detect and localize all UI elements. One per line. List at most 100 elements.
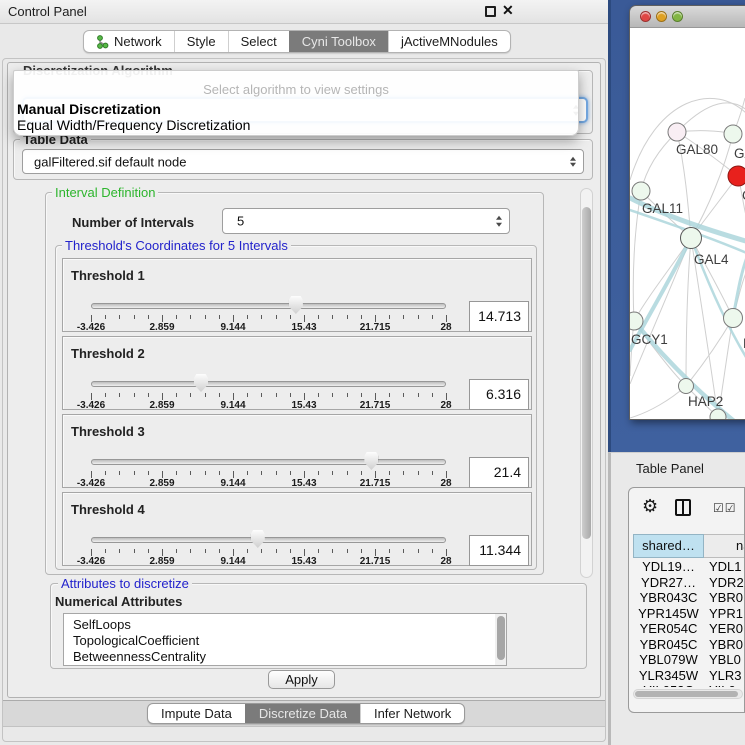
tick-mark [91,315,92,322]
node-gal4[interactable] [681,228,702,249]
node-label-gal11: GAL11 [642,201,683,216]
table-row[interactable]: YDL19…YDL1 [633,559,745,575]
network-canvas[interactable]: GAL80 GA GAL11 C GAL4 GCY1 H HAP2 [630,28,745,419]
slider-thumb[interactable] [364,452,378,470]
tick-label: 2.859 [149,556,174,567]
tick-mark [190,315,191,319]
tick-mark [375,471,376,478]
dropdown-option-equal-width[interactable]: Equal Width/Frequency Discretization [17,117,250,133]
tab-label: Network [114,34,162,49]
threshold-value-input[interactable]: 11.344 [469,535,529,566]
table-panel-window: ⚙ ☑☑ shared… na YDL19…YDL1YDR27…YDR2YBR0… [628,487,745,713]
slider-track[interactable] [91,381,446,387]
table-row[interactable]: YBR045CYBR0 [633,637,745,653]
table-row[interactable]: YER054CYER0 [633,621,745,637]
tick-mark [233,471,234,478]
cell-name: YPR1 [704,606,743,622]
tab-select[interactable]: Select [228,31,289,52]
column-header-name[interactable]: na [704,534,745,558]
slider-thumb[interactable] [251,530,265,548]
table-row[interactable]: YIL052CYIL0 [633,683,745,687]
tick-label: 2.859 [149,478,174,489]
apply-button[interactable]: Apply [268,670,335,689]
tab-network[interactable]: Network [84,31,174,52]
attribute-list-item[interactable]: BetweennessCentrality [73,649,506,665]
attribute-list-item[interactable]: SelfLoops [73,617,506,633]
split-columns-icon[interactable] [675,499,691,516]
table-data-combobox[interactable]: galFiltered.sif default node [22,149,584,174]
threshold-value-input[interactable]: 14.713 [469,301,529,332]
slider-track[interactable] [91,537,446,543]
tick-mark [233,315,234,322]
tick-mark [190,471,191,475]
node-gal[interactable] [724,125,742,143]
column-header-shared[interactable]: shared… [633,534,704,558]
checkbox-columns-icon[interactable]: ☑☑ [713,501,737,515]
node-gcy1[interactable] [630,312,643,330]
cell-shared-name: YDR27… [633,575,704,591]
num-intervals-combobox[interactable]: 5 [222,208,510,234]
table-row[interactable]: YBL079WYBL0 [633,652,745,668]
threshold-value-input[interactable]: 21.4 [469,457,529,488]
tick-mark [446,315,447,322]
node-gal80[interactable] [668,123,686,141]
table-row[interactable]: YBR043CYBR0 [633,590,745,606]
panel-scrollbar[interactable] [580,188,593,578]
tick-mark [148,315,149,319]
tick-mark [432,471,433,475]
tick-mark [418,549,419,553]
node-partial[interactable] [710,409,726,420]
tick-mark [304,315,305,322]
dropdown-option-manual[interactable]: Manual Discretization [17,101,161,117]
tick-label: -3.426 [77,478,105,489]
slider-thumb[interactable] [289,296,303,314]
cell-name: YLR3 [704,668,742,684]
threshold-value-input[interactable]: 6.316 [469,379,529,410]
tab-style[interactable]: Style [174,31,228,52]
tick-mark [91,393,92,400]
table-header-row: shared… na [633,534,745,558]
tab-infer-network[interactable]: Infer Network [360,704,464,723]
close-traffic-light-icon[interactable] [640,11,651,22]
attribute-list-item[interactable]: TopologicalCoefficient [73,633,506,649]
table-hscrollbar[interactable] [633,689,743,699]
scrollbar-thumb[interactable] [582,207,591,539]
tick-label: 28 [440,556,451,567]
tick-mark [418,393,419,397]
node-h[interactable] [724,309,743,328]
node-hap2[interactable] [679,379,694,394]
tick-mark [261,471,262,475]
interval-group-label: Interval Definition [52,185,158,200]
gear-icon[interactable]: ⚙ [642,496,658,517]
slider-thumb[interactable] [194,374,208,392]
table-row[interactable]: YLR345WYLR3 [633,668,745,684]
list-scrollbar-thumb[interactable] [497,616,505,660]
tab-jactivemnodules[interactable]: jActiveMNodules [388,31,510,52]
tick-mark [290,315,291,319]
tick-mark [247,393,248,397]
network-window-titlebar[interactable] [630,6,745,28]
numerical-attributes-label: Numerical Attributes [55,594,182,609]
float-window-icon[interactable] [485,6,496,17]
minimize-traffic-light-icon[interactable] [656,11,667,22]
close-icon[interactable]: ✕ [502,2,514,19]
tick-label: -3.426 [77,322,105,333]
attributes-list[interactable]: SelfLoopsTopologicalCoefficientBetweenne… [63,613,507,666]
tab-discretize-data[interactable]: Discretize Data [245,704,360,723]
node-selected-red[interactable] [728,166,745,186]
tick-mark [119,549,120,553]
table-row[interactable]: YPR145WYPR1 [633,606,745,622]
tab-impute-data[interactable]: Impute Data [148,704,245,723]
slider-track[interactable] [91,459,446,465]
tick-mark [432,393,433,397]
table-row[interactable]: YDR27…YDR2 [633,575,745,591]
tab-cyni-toolbox[interactable]: Cyni Toolbox [289,31,388,52]
list-scrollbar[interactable] [495,614,506,665]
tick-mark [290,393,291,397]
tick-mark [205,393,206,397]
slider-track[interactable] [91,303,446,309]
node-gal11[interactable] [632,182,650,200]
tick-mark [361,549,362,553]
hscrollbar-thumb[interactable] [635,691,738,697]
zoom-traffic-light-icon[interactable] [672,11,683,22]
